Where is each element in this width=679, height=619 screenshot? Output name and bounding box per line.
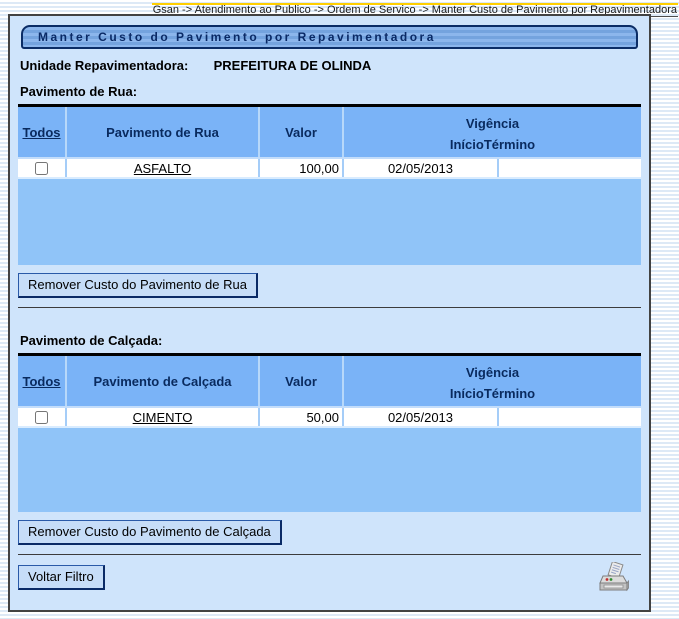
street-row-end	[499, 159, 641, 177]
sidewalk-col-name: Pavimento de Calçada	[67, 356, 260, 406]
sidewalk-col-validity: Vigência Início Término	[344, 356, 641, 406]
remove-street-cost-button[interactable]: Remover Custo do Pavimento de Rua	[18, 273, 258, 298]
street-table-empty-area	[18, 179, 641, 265]
sidewalk-row-name-link[interactable]: CIMENTO	[133, 410, 193, 425]
street-col-value: Valor	[260, 107, 344, 157]
page-title: Manter Custo do Pavimento por Repaviment…	[21, 25, 638, 49]
sidewalk-col-end: Término	[483, 385, 536, 401]
street-col-end: Término	[483, 136, 536, 152]
sidewalk-select-all-link[interactable]: Todos	[22, 374, 60, 389]
street-select-all-link[interactable]: Todos	[22, 125, 60, 140]
sidewalk-row-start: 02/05/2013	[344, 408, 499, 426]
printer-icon[interactable]	[599, 560, 629, 600]
divider	[18, 554, 641, 555]
unit-value: PREFEITURA DE OLINDA	[213, 58, 372, 73]
sidewalk-section-label: Pavimento de Calçada:	[20, 333, 163, 348]
footer-row: Voltar Filtro	[18, 557, 641, 600]
street-col-validity-title: Vigência	[465, 116, 520, 131]
street-row-name-link[interactable]: ASFALTO	[134, 161, 191, 176]
street-col-start: Início	[449, 136, 484, 152]
back-to-filter-button[interactable]: Voltar Filtro	[18, 565, 105, 590]
street-row-value: 100,00	[260, 159, 344, 177]
unit-row: Unidade Repavimentadora: PREFEITURA DE O…	[18, 58, 641, 73]
sidewalk-table: Todos Pavimento de Calçada Valor Vigênci…	[18, 353, 641, 512]
street-col-name: Pavimento de Rua	[67, 107, 260, 157]
sidewalk-col-validity-title: Vigência	[465, 365, 520, 380]
sidewalk-col-value: Valor	[260, 356, 344, 406]
street-section-label: Pavimento de Rua:	[20, 84, 138, 99]
sidewalk-row-end	[499, 408, 641, 426]
remove-sidewalk-cost-button[interactable]: Remover Custo do Pavimento de Calçada	[18, 520, 282, 545]
table-row: ASFALTO 100,00 02/05/2013	[18, 159, 641, 179]
street-row-start: 02/05/2013	[344, 159, 499, 177]
table-row: CIMENTO 50,00 02/05/2013	[18, 408, 641, 428]
main-panel: Manter Custo do Pavimento por Repaviment…	[8, 14, 651, 612]
divider	[18, 307, 641, 308]
sidewalk-row-value: 50,00	[260, 408, 344, 426]
street-row-checkbox[interactable]	[35, 161, 48, 175]
unit-label: Unidade Repavimentadora:	[20, 58, 189, 73]
sidewalk-col-start: Início	[449, 385, 484, 401]
street-col-validity: Vigência Início Término	[344, 107, 641, 157]
street-table: Todos Pavimento de Rua Valor Vigência In…	[18, 104, 641, 265]
sidewalk-row-checkbox[interactable]	[35, 410, 48, 424]
breadcrumb: Gsan -> Atendimento ao Publico -> Ordem …	[0, 0, 679, 17]
sidewalk-table-header: Todos Pavimento de Calçada Valor Vigênci…	[18, 356, 641, 408]
street-table-header: Todos Pavimento de Rua Valor Vigência In…	[18, 107, 641, 159]
sidewalk-table-empty-area	[18, 428, 641, 512]
